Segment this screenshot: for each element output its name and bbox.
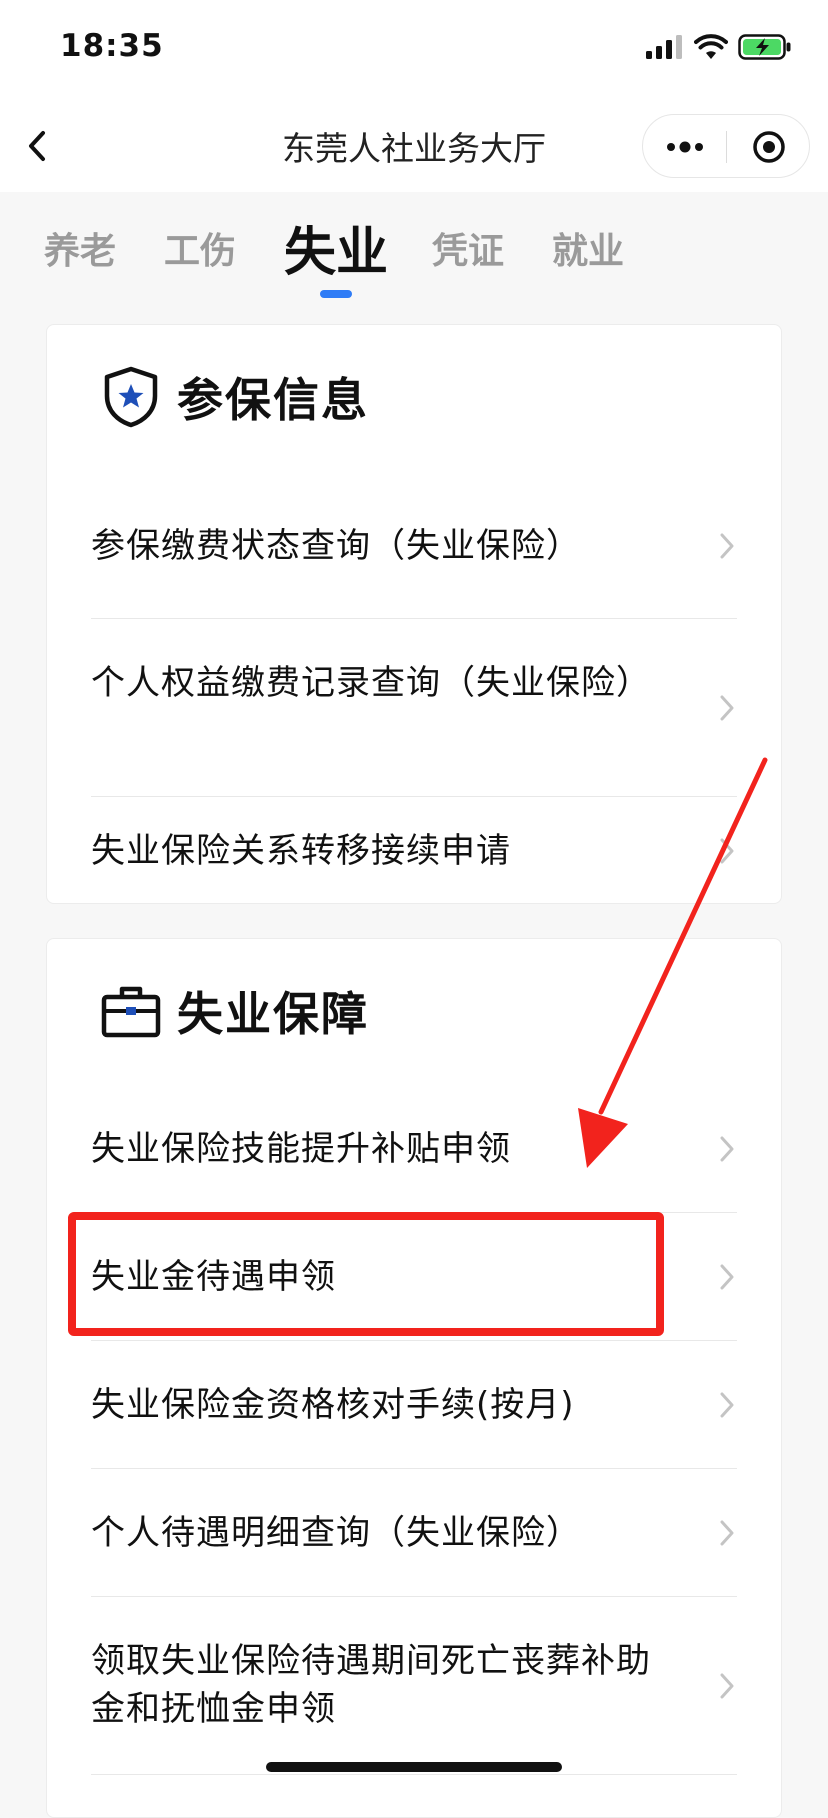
list-item[interactable]: 个人待遇明细查询（失业保险） (91, 1469, 737, 1597)
list-item-label: 参保缴费状态查询（失业保险） (91, 526, 581, 566)
chevron-right-icon (717, 1389, 737, 1421)
battery-charging-icon (738, 34, 791, 60)
close-miniprogram-button[interactable] (727, 115, 810, 179)
list-item[interactable]: 个人权益缴费记录查询（失业保险） (91, 619, 737, 797)
list-item[interactable]: 失业保险金资格核对手续(按月) (91, 1341, 737, 1469)
chevron-right-icon (717, 692, 737, 724)
card-title: 失业保障 (177, 987, 369, 1041)
more-button[interactable] (643, 115, 726, 179)
status-icons (646, 34, 792, 60)
card-title: 参保信息 (177, 373, 369, 427)
briefcase-icon (99, 979, 163, 1043)
list-item[interactable]: 失业保险技能提升补贴申领 (91, 1085, 737, 1213)
status-time: 18:35 (60, 28, 164, 64)
category-tabs: 养老 工伤 失业 凭证 就业 (0, 192, 828, 302)
nav-bar: 东莞人社业务大厅 (0, 100, 828, 192)
chevron-right-icon (717, 530, 737, 562)
chevron-right-icon (717, 1261, 737, 1293)
shield-star-icon (99, 365, 163, 429)
chevron-right-icon (717, 835, 737, 867)
status-bar: 18:35 (0, 0, 828, 100)
list-item-label: 失业保险技能提升补贴申领 (91, 1129, 511, 1169)
list-item[interactable]: 失业保险关系转移接续申请 (91, 797, 737, 903)
list-item-label: 个人待遇明细查询（失业保险） (91, 1513, 581, 1553)
list-item[interactable]: 领取失业保险待遇期间死亡丧葬补助金和抚恤金申领 (91, 1597, 737, 1775)
wifi-icon (694, 34, 728, 59)
chevron-right-icon (717, 1133, 737, 1165)
tab-yanglao[interactable]: 养老 (44, 222, 116, 274)
active-tab-indicator (320, 290, 352, 298)
more-dots-icon (666, 141, 703, 153)
list-item-label: 失业保险关系转移接续申请 (91, 831, 511, 871)
card-insurance-info: 参保信息 参保缴费状态查询（失业保险） 个人权益缴费记录查询（失业保险） 失业保… (46, 324, 782, 904)
chevron-right-icon (717, 1670, 737, 1702)
annotation-highlight-box (68, 1212, 664, 1336)
chevron-right-icon (717, 1517, 737, 1549)
tab-shiye[interactable]: 失业 (284, 210, 388, 285)
card-unemployment-security: 失业保障 失业保险技能提升补贴申领 失业金待遇申领 失业保险金资格核对手续(按月… (46, 938, 782, 1818)
card-header: 参保信息 (99, 361, 369, 433)
top-bar: 18:35 东莞人社业务大厅 (0, 0, 828, 192)
list-item-label: 领取失业保险待遇期间死亡丧葬补助金和抚恤金申领 (91, 1641, 651, 1729)
list-item-label: 个人权益缴费记录查询（失业保险） (91, 663, 651, 703)
list-item-label: 失业保险金资格核对手续(按月) (91, 1385, 575, 1425)
signal-icon (646, 35, 682, 59)
target-icon (752, 131, 785, 163)
tab-gongshang[interactable]: 工伤 (164, 222, 236, 274)
tab-pingzheng[interactable]: 凭证 (432, 222, 504, 274)
list-item[interactable]: 参保缴费状态查询（失业保险） (91, 473, 737, 619)
miniprogram-capsule (642, 114, 810, 178)
home-indicator (266, 1762, 562, 1772)
tab-jiuye[interactable]: 就业 (552, 222, 624, 274)
card-header: 失业保障 (99, 975, 369, 1047)
